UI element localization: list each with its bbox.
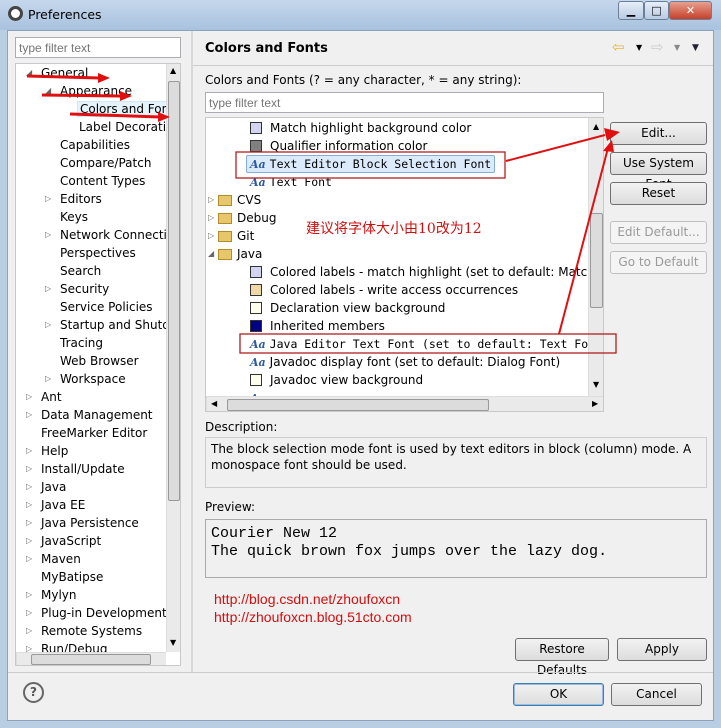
annotation-arrow	[41, 93, 121, 98]
annotation-arrow	[505, 134, 606, 162]
annotation-arrow	[26, 74, 101, 80]
annotation-arrow	[558, 147, 609, 335]
annotation-arrowhead	[158, 112, 170, 122]
annotation-arrow	[69, 112, 161, 119]
annotation-arrowhead	[603, 140, 614, 152]
annotation-box	[239, 333, 617, 354]
annotation-box	[235, 151, 506, 179]
annotation-arrowhead	[120, 91, 132, 101]
annotation-arrowhead	[604, 128, 620, 141]
annotation-arrowhead	[98, 73, 110, 83]
annotation-overlay	[26, 73, 620, 354]
